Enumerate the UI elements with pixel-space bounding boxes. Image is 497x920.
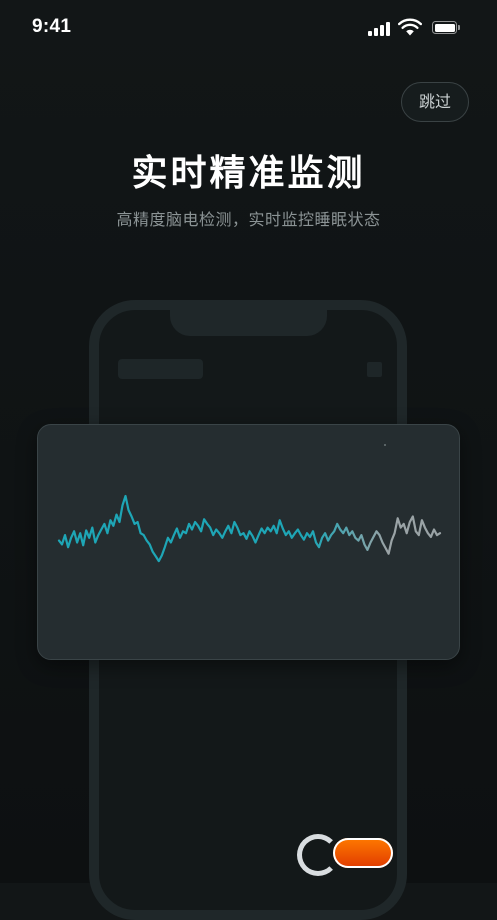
cellular-signal-icon bbox=[368, 20, 392, 36]
watermark-badge-icon bbox=[333, 838, 393, 868]
phone-placeholder-bar bbox=[118, 359, 203, 379]
skip-button[interactable]: 跳过 bbox=[401, 82, 469, 122]
status-bar: 9:41 bbox=[0, 0, 497, 60]
page-title: 实时精准监测 bbox=[131, 153, 366, 194]
page-subtitle: 高精度脑电检测，实时监控睡眠状态 bbox=[116, 210, 381, 229]
battery-icon bbox=[432, 21, 460, 34]
eeg-waveform bbox=[57, 494, 442, 563]
phone-notch bbox=[170, 300, 327, 336]
wifi-icon bbox=[398, 18, 422, 36]
watermark-logo bbox=[297, 834, 479, 876]
eeg-wave-line bbox=[57, 494, 442, 563]
status-time: 9:41 bbox=[32, 16, 72, 37]
phone-placeholder-square bbox=[367, 362, 382, 377]
